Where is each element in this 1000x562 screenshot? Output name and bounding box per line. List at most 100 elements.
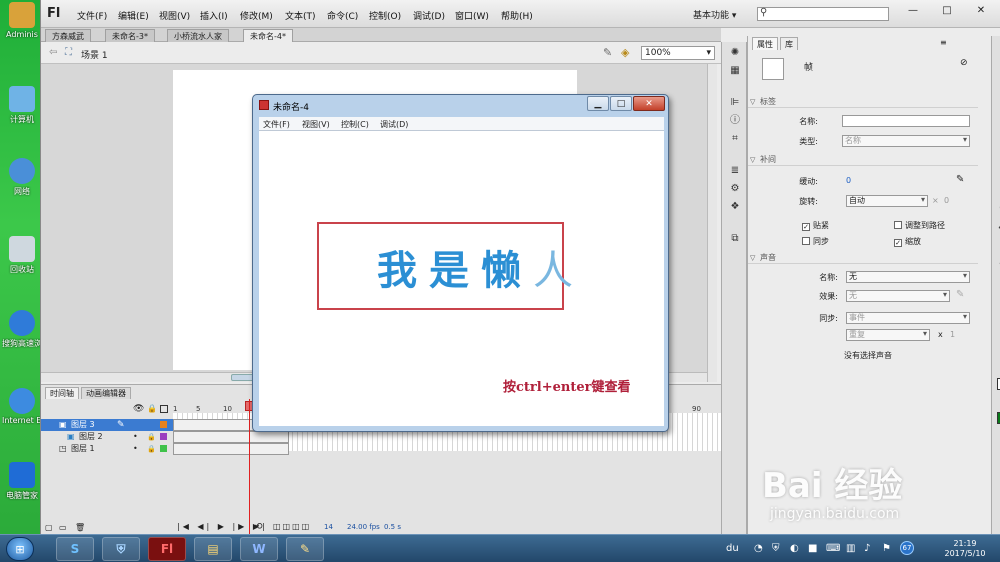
flag-icon[interactable]: ⚑: [882, 543, 891, 554]
doc-tab-2[interactable]: 未命名-3*: [105, 29, 155, 42]
player-menu-file[interactable]: 文件(F): [263, 119, 290, 130]
sync-checkbox[interactable]: 同步: [802, 236, 829, 247]
player-minimize-button[interactable]: ▁: [587, 96, 609, 111]
components-icon[interactable]: ⚙: [728, 182, 742, 196]
menu-debug[interactable]: 调试(D): [413, 9, 445, 22]
network-tray-icon[interactable]: ▥: [846, 543, 855, 554]
color-panel-icon[interactable]: ✺: [728, 46, 742, 60]
frame-rate[interactable]: 24.00 fps: [347, 523, 380, 531]
desktop-icon-network[interactable]: 网络: [2, 158, 42, 197]
back-arrow-icon[interactable]: ⇦: [49, 47, 57, 58]
repeat-count[interactable]: 1: [950, 330, 955, 339]
layer-color-swatch[interactable]: [160, 421, 167, 428]
effect-select[interactable]: 无: [846, 290, 950, 302]
delete-layer-icon[interactable]: 🗑: [75, 523, 85, 532]
code-snippets-icon[interactable]: ≣: [728, 164, 742, 178]
visibility-dot[interactable]: •: [133, 431, 138, 443]
edit-ease-icon[interactable]: ✎: [956, 174, 964, 185]
frame-span-2[interactable]: [173, 431, 289, 443]
shield-task-icon[interactable]: ⛨: [102, 537, 140, 561]
help-search-input[interactable]: ⚲: [757, 7, 889, 21]
section-tween[interactable]: 补间: [748, 154, 978, 166]
doc-tab-1[interactable]: 方森威武: [45, 29, 91, 42]
app-tray-icon[interactable]: ■: [808, 543, 817, 554]
visibility-dot[interactable]: •: [133, 443, 138, 455]
doc-tab-4[interactable]: 未命名-4*: [243, 29, 293, 42]
layer-row-1[interactable]: ◳ 图层 1 • 🔒: [41, 443, 173, 455]
volume-icon[interactable]: ◐: [790, 543, 799, 554]
player-close-button[interactable]: ✕: [633, 96, 665, 111]
explorer-task-icon[interactable]: ▤: [194, 537, 232, 561]
desktop-icon-pc-manager[interactable]: 电脑管家: [2, 462, 42, 501]
menu-window[interactable]: 窗口(W): [455, 9, 489, 22]
clock[interactable]: 21:19 2017/5/10: [936, 539, 994, 559]
frame-name-input[interactable]: [842, 115, 970, 127]
menu-modify[interactable]: 修改(M): [240, 9, 273, 22]
maximize-button[interactable]: □: [933, 3, 961, 18]
close-button[interactable]: ✕: [967, 3, 995, 18]
flash-task-icon[interactable]: Fl: [148, 537, 186, 561]
desktop-icon-ie[interactable]: Internet Explorer: [2, 388, 42, 425]
outline-icon[interactable]: [160, 405, 168, 413]
loop-icon[interactable]: ⟲: [255, 522, 263, 532]
menu-file[interactable]: 文件(F): [77, 9, 107, 22]
info-panel-icon[interactable]: ⓘ: [728, 114, 742, 128]
wifi-icon[interactable]: ◔: [754, 543, 763, 554]
workspace-switcher[interactable]: 基本功能 ▾: [693, 8, 736, 21]
snap-checkbox[interactable]: ✓ 贴紧: [802, 220, 829, 231]
menu-edit[interactable]: 编辑(E): [118, 9, 149, 22]
edit-sound-icon[interactable]: ✎: [956, 289, 964, 300]
desktop-icon-admin[interactable]: Adminis: [2, 2, 42, 39]
vertical-scrollbar[interactable]: [707, 64, 717, 382]
type-select[interactable]: 名称: [842, 135, 970, 147]
menu-insert[interactable]: 插入(I): [200, 9, 228, 22]
menu-help[interactable]: 帮助(H): [501, 9, 533, 22]
tray-badge[interactable]: 67: [900, 541, 914, 555]
shield-tray-icon[interactable]: ⛨: [772, 543, 780, 554]
panel-menu-icon[interactable]: ≡: [940, 38, 947, 47]
layer-color-swatch[interactable]: [160, 445, 167, 452]
layer-color-swatch[interactable]: [160, 433, 167, 440]
lock-icon[interactable]: 🔒: [147, 443, 156, 455]
menu-control[interactable]: 控制(O): [369, 9, 401, 22]
sound-sync-select[interactable]: 事件: [846, 312, 970, 324]
help-icon[interactable]: ⊘: [960, 58, 968, 68]
player-menu-debug[interactable]: 调试(D): [380, 119, 408, 130]
du-tray-icon[interactable]: du: [726, 543, 739, 554]
layer-row-3[interactable]: ▣ 图层 3 ✎: [41, 419, 173, 431]
tab-properties[interactable]: 属性: [752, 37, 778, 50]
paint-task-icon[interactable]: ✎: [286, 537, 324, 561]
edit-scene-icon[interactable]: ✎: [603, 46, 612, 59]
menu-text[interactable]: 文本(T): [285, 9, 316, 22]
doc-tab-3[interactable]: 小桥流水人家: [167, 29, 229, 42]
desktop-icon-computer[interactable]: 计算机: [2, 86, 42, 125]
rotate-count[interactable]: 0: [944, 196, 949, 205]
desktop-icon-recycle-bin[interactable]: 回收站: [2, 236, 42, 275]
word-task-icon[interactable]: W: [240, 537, 278, 561]
layer-row-2[interactable]: ▣ 图层 2 • 🔒: [41, 431, 173, 443]
rotate-select[interactable]: 自动: [846, 195, 928, 207]
lock-icon[interactable]: 🔒: [147, 404, 157, 413]
minimize-button[interactable]: —: [899, 3, 927, 18]
zoom-select[interactable]: 100% ▾: [641, 46, 715, 60]
align-panel-icon[interactable]: ⊫: [728, 96, 742, 110]
sound-name-select[interactable]: 无: [846, 271, 970, 283]
new-layer-icon[interactable]: ▢: [45, 523, 53, 532]
start-button[interactable]: ⊞: [6, 537, 34, 561]
menu-view[interactable]: 视图(V): [159, 9, 190, 22]
tab-motion-editor[interactable]: 动画编辑器: [81, 387, 131, 399]
player-menu-view[interactable]: 视图(V): [302, 119, 330, 130]
speaker-icon[interactable]: ♪: [864, 543, 870, 554]
keyboard-icon[interactable]: ⌨: [826, 543, 840, 554]
desktop-icon-sogou[interactable]: 搜狗高速浏览器: [2, 310, 42, 349]
scale-checkbox[interactable]: ✓ 缩放: [894, 236, 921, 247]
tab-library[interactable]: 库: [780, 37, 798, 50]
orient-checkbox[interactable]: 调整到路径: [894, 220, 945, 231]
swatches-panel-icon[interactable]: ▦: [728, 64, 742, 78]
lock-icon[interactable]: 🔒: [147, 431, 156, 443]
eye-icon[interactable]: 👁: [133, 404, 144, 414]
section-label[interactable]: 标签: [748, 96, 978, 108]
onion-skin-icons[interactable]: ◫◫◫◫: [273, 522, 311, 531]
movie-explorer-icon[interactable]: ⧉: [728, 232, 742, 246]
transform-panel-icon[interactable]: ⌗: [728, 132, 742, 146]
